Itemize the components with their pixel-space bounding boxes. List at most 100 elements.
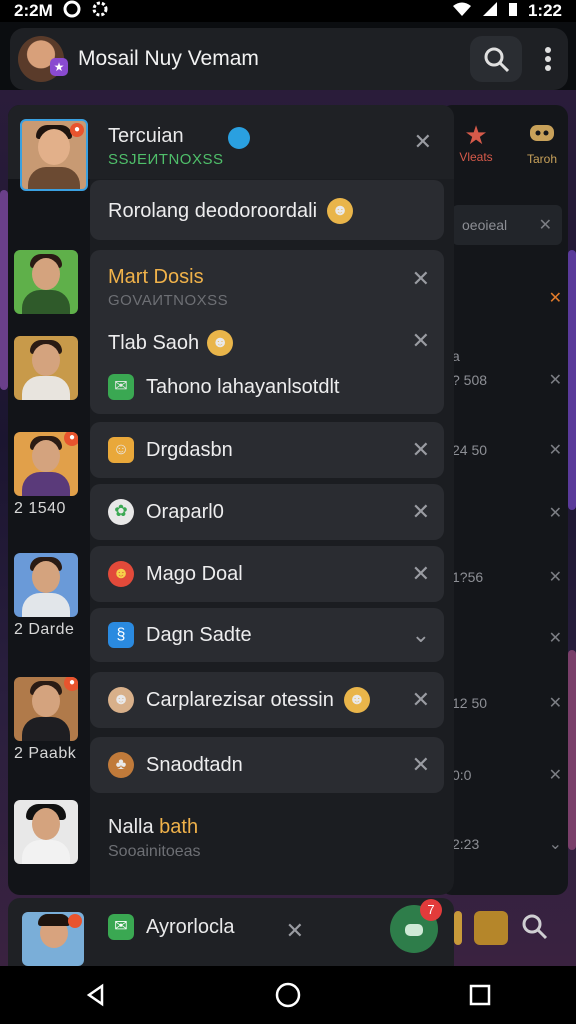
notification-card[interactable]: § Dagn Sadte ⌄ <box>90 608 444 662</box>
chat-app-icon: ✉ <box>108 374 134 400</box>
sender-name: Nalla <box>108 816 154 838</box>
message-text: Drgdasbn <box>146 438 233 461</box>
close-icon[interactable]: ✕ <box>549 567 562 587</box>
contact-item[interactable] <box>14 250 78 314</box>
contact-label: 2 Darde <box>14 621 75 638</box>
notification-badge: ● <box>70 123 84 137</box>
game-toolbar <box>454 900 568 956</box>
status-bar: 2:2M 1:22 <box>0 0 576 22</box>
status-time-right: 1:22 <box>527 1 562 20</box>
close-icon[interactable]: ✕ <box>549 765 562 785</box>
star-icon: ★ <box>464 120 488 150</box>
tab-label: Vleats <box>459 150 493 164</box>
avatar <box>14 336 78 400</box>
app-icon: ☻ <box>108 687 134 713</box>
signal-icon <box>482 1 498 22</box>
game-controller-icon <box>405 924 423 936</box>
notification-badge: ● <box>64 677 78 691</box>
notification-card[interactable]: ✿ Oraparl0 ✕ <box>90 484 444 540</box>
search-icon[interactable] <box>520 912 548 945</box>
chevron-down-icon[interactable]: ⌄ <box>549 834 562 854</box>
sender-name: Tercuian <box>108 125 184 147</box>
home-button[interactable] <box>258 975 318 1015</box>
avatar[interactable]: ★ <box>18 36 68 82</box>
avatar: ● <box>20 119 88 191</box>
notification-item[interactable]: Nalla bath Sooainitoeas <box>108 816 201 861</box>
background-row: 1?56 ✕ <box>452 567 562 587</box>
status-time-left: 2:2M <box>14 1 53 20</box>
background-row[interactable]: oeoieal ✕ <box>452 205 562 245</box>
close-icon[interactable]: ✕ <box>286 920 304 942</box>
tab-vleats[interactable]: ★ Vleats <box>452 120 500 166</box>
navigation-bar <box>0 966 576 1024</box>
record-icon <box>63 0 81 23</box>
app-icon: ✿ <box>108 499 134 525</box>
notification-card[interactable]: ☺ Drgdasbn ✕ <box>90 422 444 478</box>
close-icon[interactable]: ✕ <box>549 370 562 390</box>
background-row: a <box>452 348 562 364</box>
bottom-notification-card[interactable]: ✉ Ayrorlocla ✕ <box>8 898 454 966</box>
message-text: Dagn Sadte <box>146 623 252 646</box>
close-icon[interactable]: ✕ <box>412 754 430 776</box>
contact-item[interactable] <box>14 336 78 400</box>
shop-icon[interactable] <box>474 911 508 945</box>
close-icon[interactable]: ✕ <box>412 330 430 352</box>
close-icon[interactable]: ✕ <box>549 628 562 648</box>
notification-card[interactable]: Mart Dosis GOVAИTNOXSS ✕ Tlab Saoh ☻ ✕ ✉… <box>90 250 444 414</box>
avatar-badge: ★ <box>50 58 68 76</box>
message-text: Snaodtadn <box>146 753 243 776</box>
smiley-icon: ☻ <box>343 687 370 713</box>
notification-title: Tercuian <box>108 125 251 149</box>
chevron-down-icon[interactable]: ⌄ <box>412 624 430 646</box>
close-icon[interactable]: ✕ <box>549 693 562 713</box>
close-icon[interactable]: ✕ <box>549 288 562 308</box>
avatar <box>14 800 78 864</box>
message-card[interactable]: Rorolang deodoroordali ☻ <box>90 180 444 240</box>
sender-status: SSJEИTNOXSS <box>108 151 224 168</box>
app-icon: § <box>108 622 134 648</box>
top-app-bar: ★ Mosail Nuy Vemam <box>10 28 568 90</box>
home-icon <box>275 982 301 1008</box>
message-text: Tahono lahayanlsotdlt <box>146 375 340 398</box>
background-tabs: ★ Vleats Taroh <box>452 120 566 166</box>
sender-name: Mart Dosis <box>108 266 204 288</box>
notification-card[interactable]: ♣ Snaodtadn ✕ <box>90 737 444 793</box>
message-text: Carplarezisar otessin <box>146 688 334 711</box>
tab-taroh[interactable]: Taroh <box>518 120 566 166</box>
background-row: 24 50 ✕ <box>452 440 562 460</box>
row-value: 12 50 <box>452 695 488 711</box>
contact-item[interactable]: ● 2 1540 <box>14 432 78 518</box>
close-icon[interactable]: ✕ <box>414 131 432 153</box>
close-icon[interactable]: ✕ <box>549 503 562 523</box>
notification-card[interactable]: ☻ Carplarezisar otessin ☻ ✕ <box>90 672 444 728</box>
close-icon[interactable]: ✕ <box>549 440 562 460</box>
back-button[interactable] <box>66 975 126 1015</box>
more-vert-icon <box>545 47 551 71</box>
close-icon[interactable]: ✕ <box>412 268 430 290</box>
close-icon[interactable]: ✕ <box>412 501 430 523</box>
chat-bubble-icon <box>228 126 251 149</box>
avatar: ● <box>14 677 78 741</box>
more-options-button[interactable] <box>528 36 568 82</box>
close-icon[interactable]: ✕ <box>412 439 430 461</box>
contact-item[interactable]: ● 2 Paabk <box>14 677 78 763</box>
contact-item[interactable]: 2 Darde <box>14 553 78 639</box>
wifi-icon <box>452 1 472 22</box>
search-icon <box>484 47 510 73</box>
game-icon <box>527 120 557 152</box>
compose-button[interactable]: 7 <box>390 899 442 953</box>
toolbar-handle <box>454 911 462 945</box>
app-icon: ☺ <box>108 437 134 463</box>
search-button[interactable] <box>470 36 522 82</box>
notification-card[interactable]: ☻ Mago Doal ✕ <box>90 546 444 602</box>
notification-header-card[interactable]: ● Tercuian SSJEИTNOXSS ✕ <box>8 105 454 191</box>
close-icon[interactable]: ✕ <box>539 215 552 235</box>
battery-icon <box>508 1 518 22</box>
close-icon[interactable]: ✕ <box>412 689 430 711</box>
close-icon[interactable]: ✕ <box>412 563 430 585</box>
contact-item[interactable] <box>14 800 78 864</box>
app-icon: ♣ <box>108 752 134 778</box>
row-value: 2:23 <box>452 836 480 852</box>
recents-button[interactable] <box>450 975 510 1015</box>
background-row: ✕ <box>452 288 562 308</box>
